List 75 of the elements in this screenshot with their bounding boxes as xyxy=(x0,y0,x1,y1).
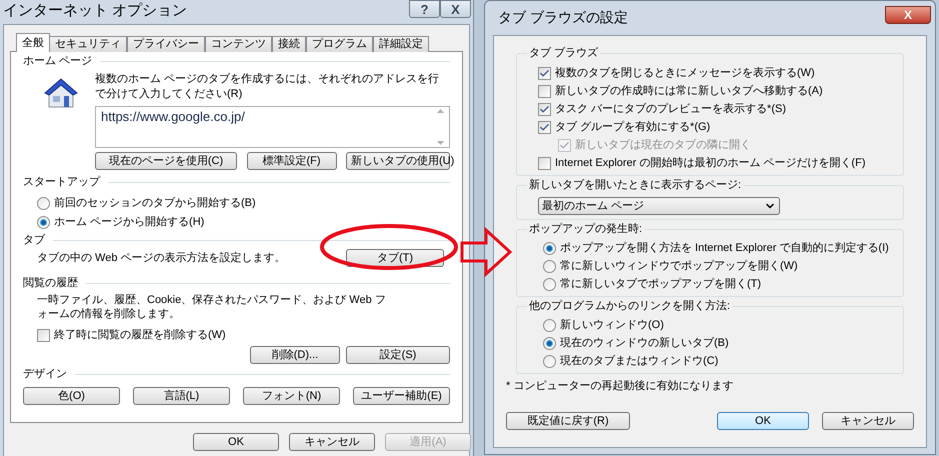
tab[interactable]: コンテンツ xyxy=(205,36,272,52)
checkbox[interactable] xyxy=(538,120,551,134)
group-heading: 新しいタブを開いたときに表示するページ: xyxy=(527,177,744,193)
radio-button[interactable] xyxy=(543,260,556,272)
dialog-button[interactable]: 色(O) xyxy=(23,387,120,405)
tab[interactable]: プライバシー xyxy=(127,36,205,52)
dialog-button[interactable]: キャンセル xyxy=(289,433,375,451)
section-heading: タブ xyxy=(23,233,45,248)
annotation-arrow xyxy=(460,226,512,278)
checkbox-label: Internet Explorer の開始時は最初のホーム ページだけを開く(F) xyxy=(555,156,866,171)
check-icon xyxy=(539,104,550,114)
dialog-button[interactable]: 標準設定(F) xyxy=(246,152,336,170)
tab[interactable]: 全般 xyxy=(16,33,50,52)
house-icon xyxy=(43,77,79,109)
radio-label: 現在のタブまたはウィンドウ(C) xyxy=(560,354,718,369)
group-heading: 他のプログラムからのリンクを開く方法: xyxy=(527,298,732,314)
radio-button[interactable] xyxy=(37,197,50,210)
radio-label: ポップアップを開く方法を Internet Explorer で自動的に判定する(I) xyxy=(560,240,889,256)
dialog-button[interactable]: フォント(N) xyxy=(243,387,340,405)
radio-button[interactable] xyxy=(543,242,556,254)
radio-label: 現在のウィンドウの新しいタブ(B) xyxy=(560,336,729,351)
section-heading: 閲覧の履歴 xyxy=(23,276,78,291)
dialog-button[interactable]: キャンセル xyxy=(822,412,914,430)
dialog-button[interactable]: ユーザー補助(E) xyxy=(353,387,450,405)
radio-label: 常に新しいウィンドウでポップアップを開く(W) xyxy=(560,258,798,274)
checkbox[interactable] xyxy=(37,329,50,342)
section-heading: ホーム ページ xyxy=(23,54,92,69)
description-text: 一時ファイル、履歴、Cookie、保存されたパスワード、および Web フォームの情報を削除します。 xyxy=(36,293,387,321)
section-heading: デザイン xyxy=(23,367,67,382)
dialog-button[interactable]: 削除(D)... xyxy=(250,346,340,364)
checkbox[interactable] xyxy=(538,66,551,80)
radio-label: ホーム ページから開始する(H) xyxy=(54,215,204,230)
tab[interactable]: 接続 xyxy=(272,36,306,52)
description-text: タブの中の Web ページの表示方法を設定します。 xyxy=(37,250,286,266)
tab[interactable]: 詳細設定 xyxy=(373,36,429,52)
url-field[interactable]: https://www.google.co.jp/ xyxy=(95,106,450,148)
group-heading: タブ ブラウズ xyxy=(527,45,600,61)
checkbox[interactable] xyxy=(538,102,551,116)
check-icon xyxy=(539,68,550,78)
title-bar-button[interactable]: ? xyxy=(409,0,440,18)
checkbox-label: 新しいタブの作成時には常に新しいタブへ移動する(A) xyxy=(555,84,823,99)
dialog-button[interactable]: 既定値に戻す(R) xyxy=(506,412,630,430)
radio-label: 常に新しいタブでポップアップを開く(T) xyxy=(560,276,762,292)
tab[interactable]: プログラム xyxy=(306,36,373,52)
dialog-button[interactable]: OK xyxy=(717,412,809,430)
radio-button[interactable] xyxy=(37,216,50,229)
checkbox-label: タスク バーにタブのプレビューを表示する*(S) xyxy=(555,102,786,117)
title-bar-button[interactable]: X xyxy=(440,0,471,18)
footnote: * コンピューターの再起動後に有効になります xyxy=(506,379,734,394)
description-text: 複数のホーム ページのタブを作成するには、それぞれのアドレスを行で分けて入力してください(R) xyxy=(95,72,440,102)
scroll-down-icon[interactable] xyxy=(437,141,444,145)
window-title: タブ ブラウズの設定 xyxy=(498,8,628,27)
dialog-button[interactable]: 設定(S) xyxy=(346,346,450,364)
check-icon xyxy=(559,140,570,150)
dialog-button[interactable]: 言語(L) xyxy=(133,387,230,405)
checkbox[interactable] xyxy=(538,156,551,170)
checkbox-label: タブ グループを有効にする*(G) xyxy=(555,120,710,135)
section-heading: スタートアップ xyxy=(23,175,100,190)
radio-button[interactable] xyxy=(543,278,556,290)
checkbox[interactable] xyxy=(538,84,551,98)
dialog-button[interactable]: OK xyxy=(193,433,279,451)
checkbox-label: 新しいタブは現在のタブの隣に開く xyxy=(575,138,751,153)
window-title: インターネット オプション xyxy=(3,1,188,21)
radio-button[interactable] xyxy=(543,318,556,332)
scroll-up-icon[interactable] xyxy=(437,109,444,113)
dropdown[interactable]: 最初のホーム ページ xyxy=(538,197,780,215)
radio-button[interactable] xyxy=(543,336,556,350)
dialog-button[interactable]: 現在のページを使用(C) xyxy=(95,152,237,170)
radio-label: 新しいウィンドウ(O) xyxy=(560,318,664,333)
check-icon xyxy=(539,122,550,132)
checkbox-label: 複数のタブを閉じるときにメッセージを表示する(W) xyxy=(555,66,815,81)
checkbox-label: 終了時に閲覧の履歴を削除する(W) xyxy=(54,328,226,343)
tab[interactable]: セキュリティ xyxy=(49,36,127,52)
radio-label: 前回のセッションのタブから開始する(B) xyxy=(54,196,256,211)
radio-button[interactable] xyxy=(543,354,556,368)
